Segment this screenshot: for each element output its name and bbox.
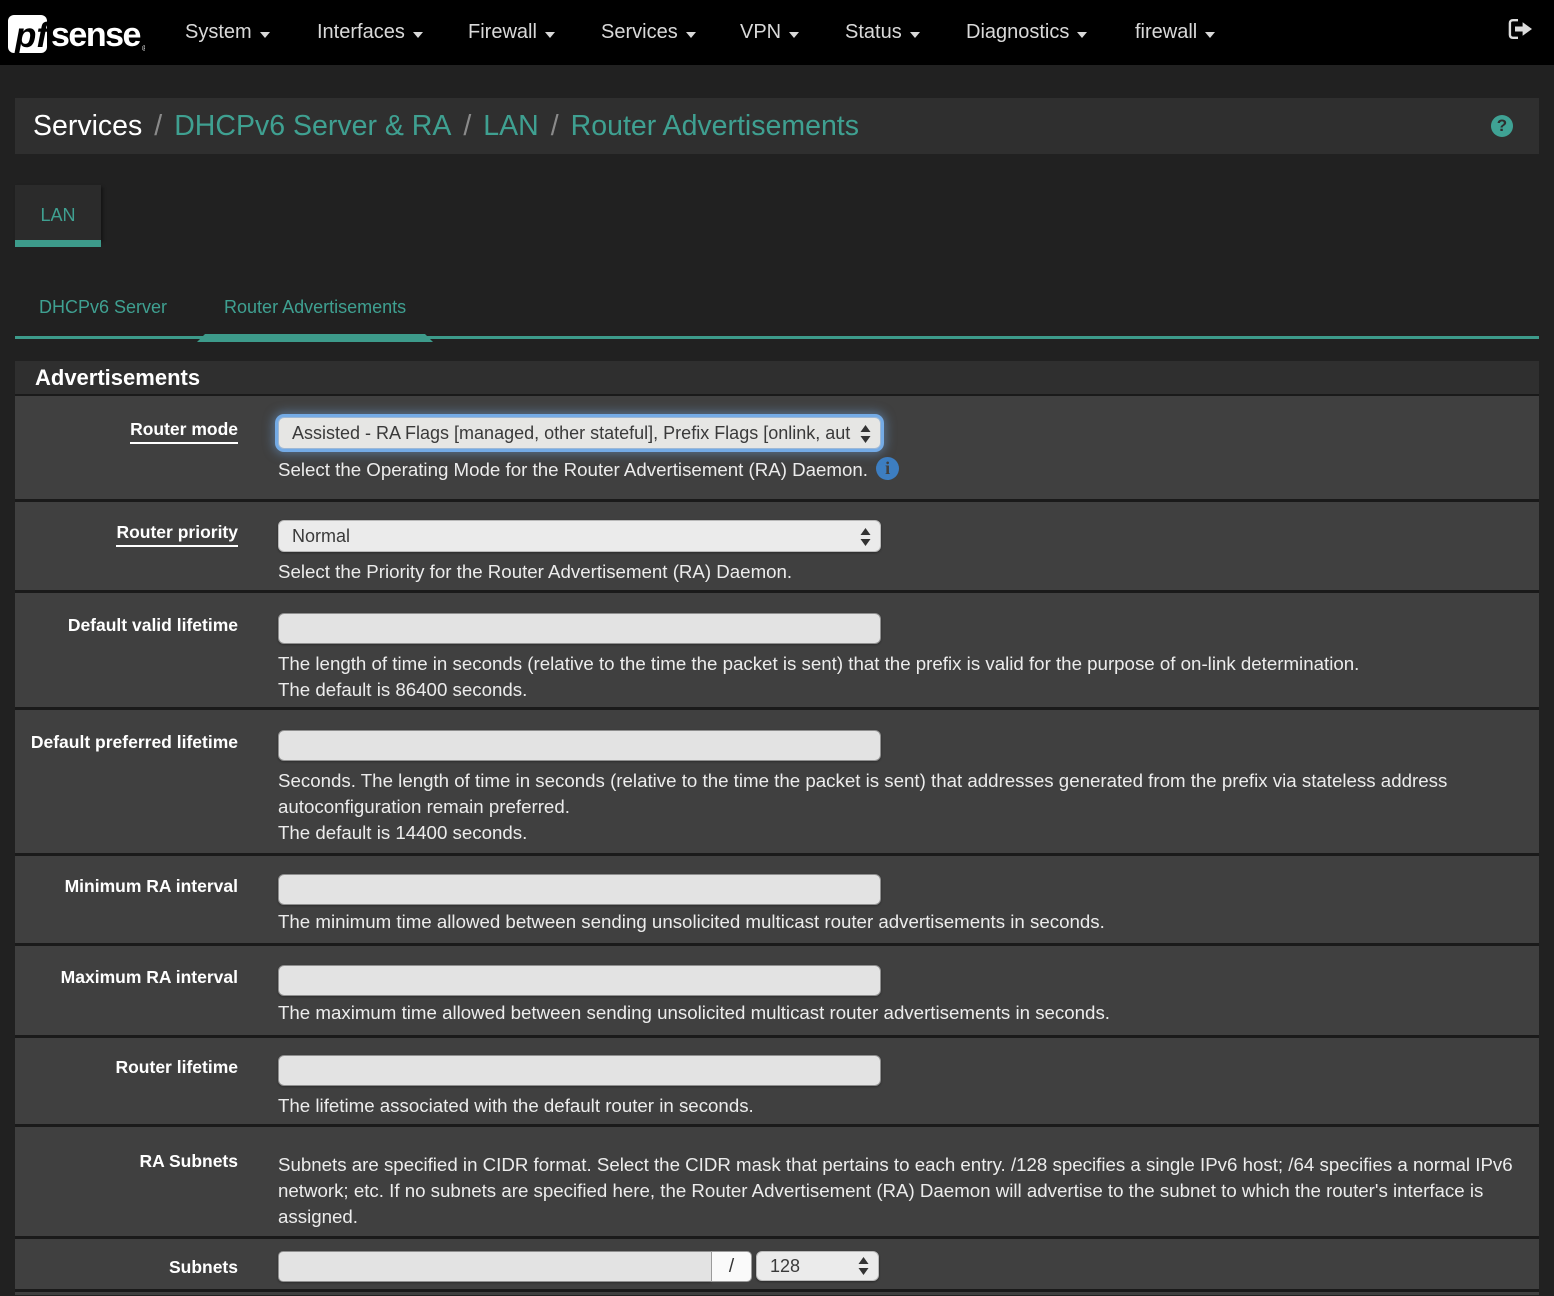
svg-text:®: ® — [142, 44, 145, 53]
svg-text:sense: sense — [51, 16, 140, 53]
svg-text:pf: pf — [14, 16, 51, 53]
